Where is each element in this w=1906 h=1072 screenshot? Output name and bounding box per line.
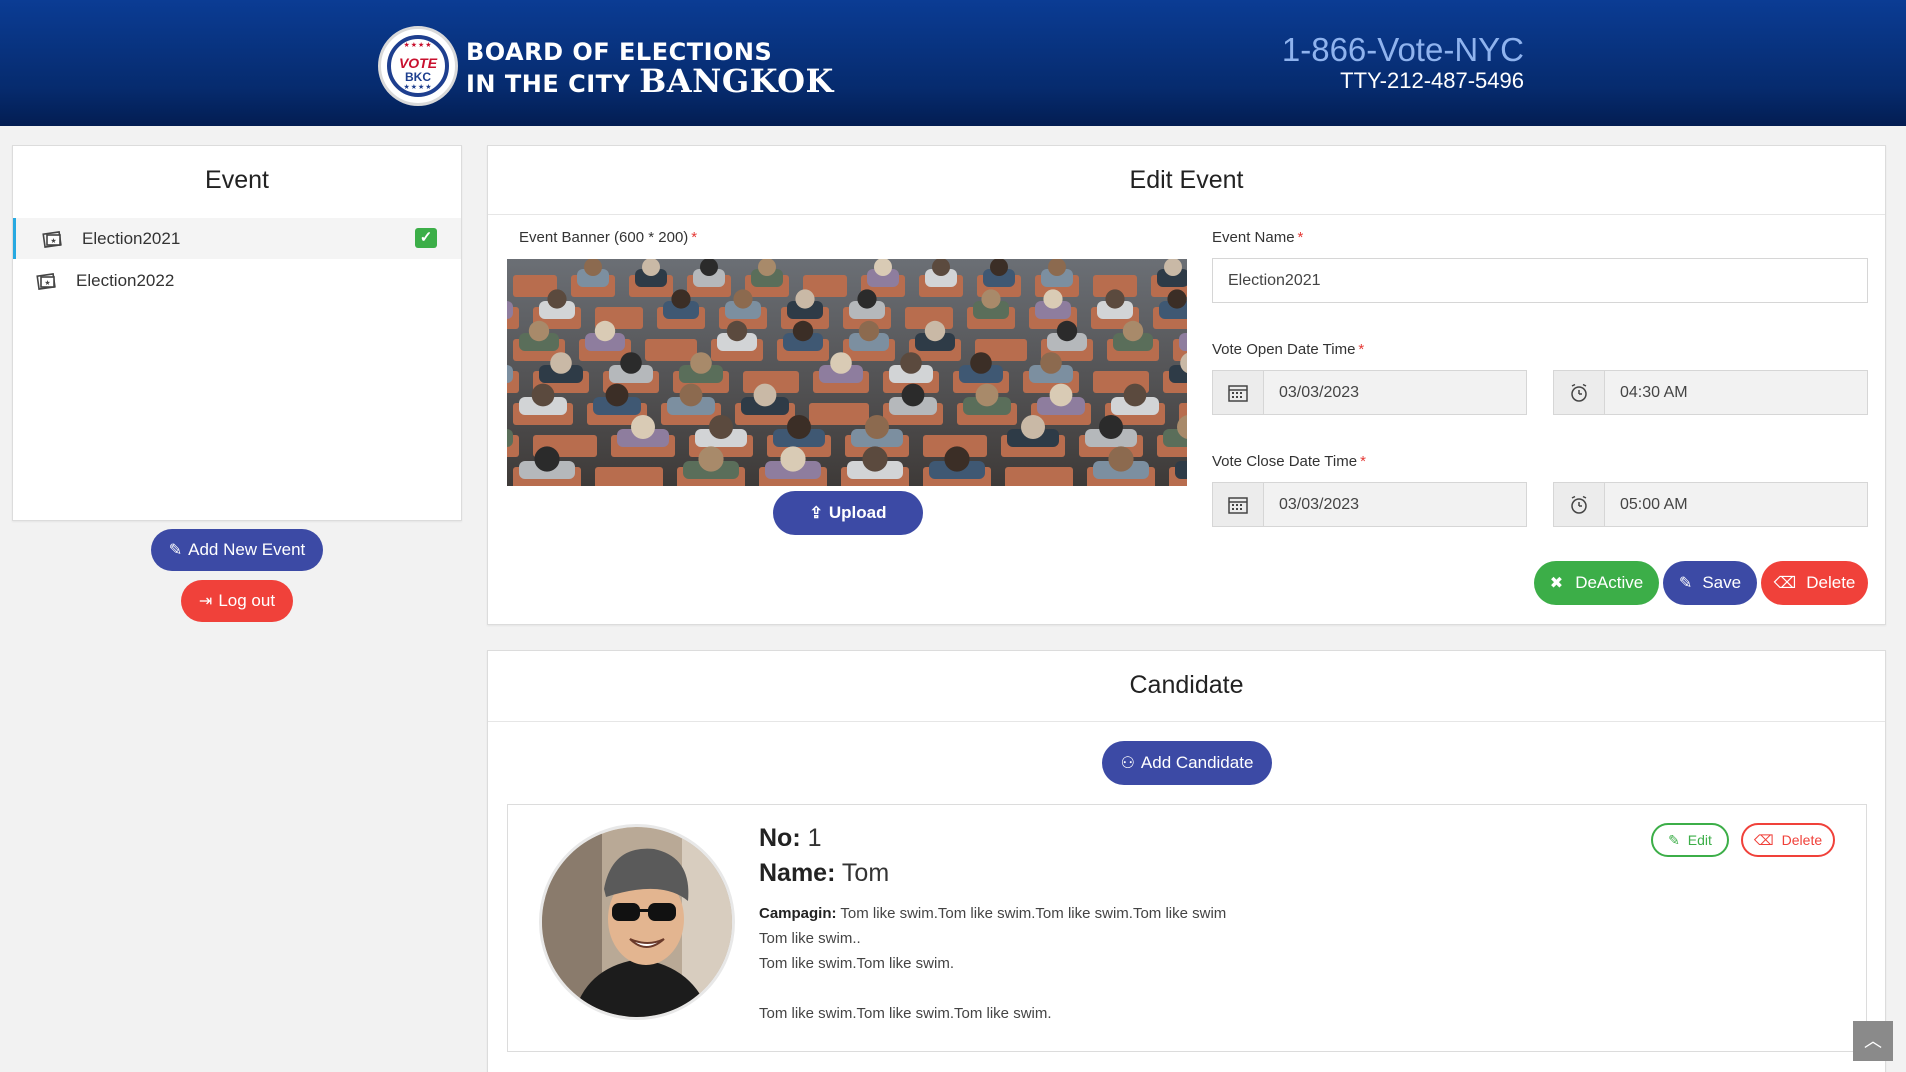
clock-icon[interactable]: [1554, 483, 1605, 526]
hotline-number: 1-866-Vote-NYC: [1281, 31, 1524, 68]
event-list-panel: Event ★ Election2021 ✓ ★ Election2022: [12, 145, 462, 521]
edit-event-panel: Edit Event Event Banner (600 * 200) * ⇪ Up…: [487, 145, 1886, 625]
edit-event-title: Edit Event: [1129, 166, 1244, 194]
save-button[interactable]: ✎ Save: [1663, 561, 1757, 605]
banner-label: Event Banner (600 * 200) *: [519, 229, 698, 246]
svg-text:★: ★: [44, 279, 50, 287]
upload-button[interactable]: ⇪ Upload: [773, 491, 923, 535]
contact-info: 1-866-Vote-NYC TTY-212-487-5496: [1282, 32, 1524, 94]
ticket-icon: ★: [36, 272, 58, 290]
edit-icon: ✎: [1668, 831, 1680, 848]
clock-icon[interactable]: [1554, 371, 1605, 414]
add-new-event-button[interactable]: ✎ Add New Event: [151, 529, 323, 571]
calendar-icon[interactable]: [1213, 483, 1264, 526]
site-header: ★★★★ VOTE BKC ★★★★ BOARD OF ELECTIONS IN…: [0, 0, 1906, 126]
brand-title: BOARD OF ELECTIONS IN THE CITY BANGKOK: [466, 38, 834, 100]
edit-candidate-button[interactable]: ✎ Edit: [1651, 823, 1729, 857]
selected-check-icon: ✓: [415, 228, 437, 248]
vote-open-label: Vote Open Date Time *: [1212, 341, 1365, 358]
deactive-button[interactable]: ✖ DeActive: [1534, 561, 1659, 605]
close-time-input[interactable]: 05:00 AM: [1553, 482, 1868, 527]
logout-button[interactable]: ⇥ Log out: [181, 580, 293, 622]
candidate-name: Name: Tom: [759, 859, 890, 887]
scroll-to-top-button[interactable]: ︿: [1853, 1021, 1893, 1061]
delete-event-button[interactable]: ⌫ Delete: [1761, 561, 1868, 605]
open-time-input[interactable]: 04:30 AM: [1553, 370, 1868, 415]
add-candidate-button[interactable]: ⚇ Add Candidate: [1102, 741, 1272, 785]
event-list-title: Event: [205, 166, 269, 194]
magic-wand-icon: ✎: [168, 542, 183, 559]
logout-icon: ⇥: [198, 593, 213, 610]
candidate-campaign: Campagin: Tom like swim.Tom like swim.To…: [759, 905, 1227, 1022]
calendar-icon[interactable]: [1213, 371, 1264, 414]
candidate-avatar: [539, 824, 735, 1020]
event-item-election2022[interactable]: ★ Election2022: [13, 260, 461, 301]
close-date-input[interactable]: 03/03/2023: [1212, 482, 1527, 527]
event-name-label: Event Name *: [1212, 229, 1304, 246]
tty-number: TTY-212-487-5496: [1340, 68, 1524, 93]
eraser-icon: ⌫: [1753, 831, 1774, 848]
upload-icon: ⇪: [809, 505, 823, 522]
event-banner-image: [507, 259, 1187, 486]
vote-bkc-logo[interactable]: ★★★★ VOTE BKC ★★★★: [378, 26, 458, 106]
chevron-up-icon: ︿: [1864, 1031, 1882, 1051]
pencil-icon: ✎: [1678, 575, 1693, 592]
close-icon: ✖: [1549, 575, 1564, 592]
eraser-icon: ⌫: [1773, 575, 1797, 592]
svg-text:★: ★: [50, 237, 56, 245]
event-name-input[interactable]: Election2021: [1212, 258, 1868, 303]
candidate-panel: Candidate ⚇ Add Candidate No: 1 Name: Tom…: [487, 650, 1886, 1072]
event-item-election2021[interactable]: ★ Election2021 ✓: [13, 218, 461, 259]
ticket-icon: ★: [42, 230, 64, 248]
add-user-icon: ⚇: [1120, 755, 1135, 772]
vote-close-label: Vote Close Date Time *: [1212, 453, 1366, 470]
delete-candidate-button[interactable]: ⌫ Delete: [1741, 823, 1835, 857]
candidate-title: Candidate: [1129, 671, 1244, 699]
candidate-card: No: 1 Name: Tom Campagin: Tom like swim.…: [507, 804, 1867, 1052]
open-date-input[interactable]: 03/03/2023: [1212, 370, 1527, 415]
candidate-number: No: 1: [759, 824, 822, 852]
